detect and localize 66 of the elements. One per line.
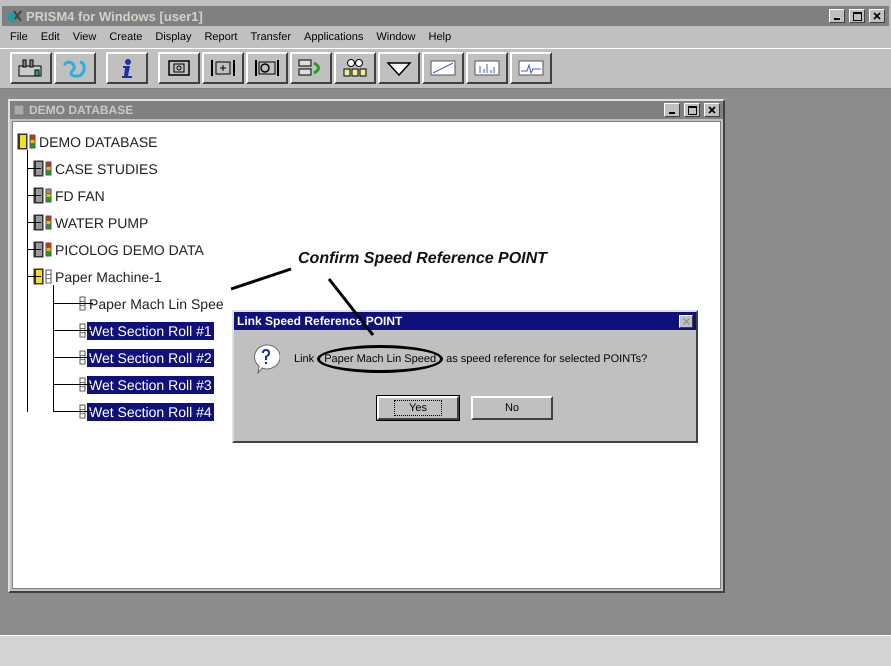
tree-item[interactable]: PICOLOG DEMO DATA	[53, 240, 206, 258]
circled-text: Paper Mach Lin Speed	[317, 345, 444, 373]
dialog-title: Link Speed Reference POINT	[237, 314, 402, 328]
window-title: PRISM4 for Windows [user1]	[26, 8, 203, 24]
toolbar-button[interactable]	[10, 52, 52, 84]
close-button[interactable]	[679, 314, 693, 328]
question-icon	[252, 344, 280, 374]
maximize-button[interactable]	[684, 103, 700, 117]
tree-item[interactable]: Paper Machine-1	[53, 268, 164, 286]
database-icon	[17, 133, 28, 150]
menu-item[interactable]: File	[10, 31, 28, 43]
menu-item[interactable]: Transfer	[250, 31, 292, 43]
tree-item[interactable]: Wet Section Roll #3	[87, 376, 214, 394]
dialog-button[interactable]: Yes	[377, 396, 459, 420]
tree-item[interactable]: FD FAN	[53, 186, 107, 204]
tree-item[interactable]: WATER PUMP	[53, 214, 150, 232]
app-logo-icon	[6, 9, 22, 23]
maximize-icon	[688, 106, 696, 114]
tree-item[interactable]: CASE STUDIES	[53, 160, 160, 178]
folder-icon	[33, 241, 44, 258]
close-button[interactable]	[869, 9, 885, 23]
message-text: as speed reference for selected POINTs?	[446, 353, 648, 365]
dialog-button[interactable]: No	[471, 396, 553, 420]
database-window-icon	[13, 104, 25, 116]
menu-item[interactable]: Create	[109, 31, 142, 43]
tree-item[interactable]: DEMO DATABASE	[37, 132, 160, 150]
database-icon	[33, 268, 44, 285]
toolbar-button[interactable]	[158, 52, 200, 84]
menu-item[interactable]: Edit	[40, 31, 60, 43]
message-text: Link	[294, 353, 314, 365]
tree-item[interactable]: Paper Mach Lin Spee	[87, 294, 226, 312]
plus-icon	[208, 57, 238, 79]
toolbar-button[interactable]	[510, 52, 552, 84]
close-icon	[708, 106, 716, 114]
annotation-text: Confirm Speed Reference POINT	[298, 250, 547, 268]
toolbar-button[interactable]	[246, 52, 288, 84]
close-icon	[873, 12, 881, 20]
menu-item[interactable]: Window	[376, 31, 416, 43]
folder-icon	[33, 214, 44, 231]
toolbar-button[interactable]	[106, 52, 148, 84]
folder-icon	[33, 187, 44, 204]
menu-item[interactable]: Help	[428, 31, 452, 43]
menu-item[interactable]: Applications	[304, 31, 364, 43]
toolbar-button[interactable]	[378, 52, 420, 84]
maximize-icon	[852, 12, 862, 20]
toolbar-button[interactable]	[202, 52, 244, 84]
toolbar-button[interactable]	[54, 52, 96, 84]
leader-line	[230, 268, 292, 290]
close-button[interactable]	[704, 103, 720, 117]
menu-item[interactable]: View	[72, 31, 96, 43]
menu-item[interactable]: Display	[155, 31, 192, 43]
tree-item[interactable]: Wet Section Roll #1	[87, 322, 214, 340]
child-window-title: DEMO DATABASE	[29, 103, 134, 117]
menu-item[interactable]: Report	[204, 31, 238, 43]
maximize-button[interactable]	[849, 9, 865, 23]
minimize-button[interactable]	[664, 103, 680, 117]
minimize-button[interactable]	[829, 9, 845, 23]
tree-item[interactable]: Wet Section Roll #2	[87, 348, 214, 366]
close-icon	[682, 318, 690, 324]
toolbar-button[interactable]	[290, 52, 332, 84]
toolbar-button[interactable]	[466, 52, 508, 84]
toolbar-button[interactable]	[422, 52, 464, 84]
tree-item[interactable]: Wet Section Roll #4	[87, 402, 214, 420]
toolbar-button[interactable]	[334, 52, 376, 84]
gauge-icon	[252, 57, 282, 79]
folder-icon	[33, 160, 44, 177]
